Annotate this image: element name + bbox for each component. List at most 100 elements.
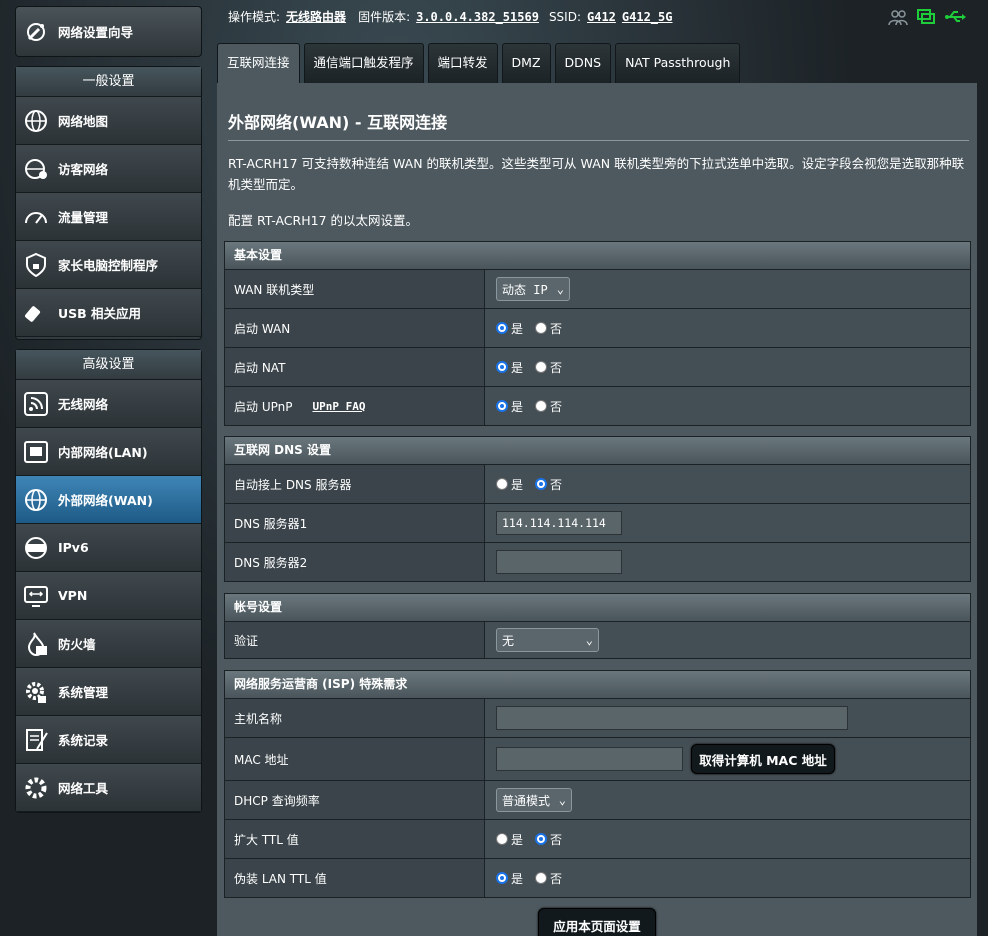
enable-upnp-no-radio[interactable]: 否 (535, 398, 562, 415)
radio-label: 是 (511, 871, 524, 886)
tab-ddns[interactable]: DDNS (554, 43, 612, 83)
enable-nat-label: 启动 NAT (225, 348, 485, 386)
sidebar-item-guest-network[interactable]: 访客网络 (16, 145, 201, 193)
sidebar-item-label: USB 相关应用 (58, 306, 142, 321)
spoof-ttl-no-radio[interactable]: 否 (535, 870, 562, 887)
mac-input[interactable] (496, 747, 683, 771)
vpn-monitor-icon (23, 583, 49, 609)
sidebar-item-label: 外部网络(WAN) (58, 493, 153, 508)
page-description: RT-ACRH17 可支持数种连结 WAN 的联机类型。这些类型可从 WAN 联… (228, 156, 965, 192)
tab-bar: 互联网连接 通信端口触发程序 端口转发 DMZ DDNS NAT Passthr… (217, 43, 741, 83)
sidebar-item-ipv6[interactable]: IPv6 (16, 524, 201, 572)
sidebar-item-parental-control[interactable]: 家长电脑控制程序 (16, 241, 201, 289)
enable-upnp-row: 启动 UPnP UPnP FAQ 是 否 (225, 386, 970, 425)
sidebar-item-label: 系统管理 (58, 685, 109, 700)
sidebar-item-vpn[interactable]: VPN (16, 572, 201, 620)
extend-ttl-no-radio[interactable]: 否 (535, 831, 562, 848)
operation-mode-link[interactable]: 无线路由器 (286, 8, 346, 25)
clients-icon[interactable] (888, 8, 908, 29)
sidebar-item-label: IPv6 (58, 540, 89, 555)
page-description-ethernet: 配置 RT-ACRH17 的以太网设置。 (228, 213, 418, 228)
wan-type-value: 动态 IP (502, 282, 548, 297)
wifi-icon (23, 391, 49, 417)
usb-status-icon[interactable] (944, 8, 966, 29)
sidebar-item-administration[interactable]: 系统管理 (16, 668, 201, 716)
dns2-row: DNS 服务器2 (225, 542, 970, 581)
dns2-input[interactable] (496, 550, 622, 574)
wizard-label: 网络设置向导 (58, 25, 134, 40)
tab-dmz[interactable]: DMZ (501, 43, 551, 83)
guest-globe-icon (23, 156, 49, 182)
network-wizard[interactable]: 网络设置向导 (15, 6, 202, 57)
main-panel: 外部网络(WAN) - 互联网连接 RT-ACRH17 可支持数种连结 WAN … (217, 83, 977, 936)
auto-dns-row: 自动接上 DNS 服务器 是 否 (225, 464, 970, 503)
sidebar-item-network-map[interactable]: 网络地图 (16, 97, 201, 145)
wizard-nav-item[interactable]: 网络设置向导 (16, 7, 201, 56)
tab-port-forwarding[interactable]: 端口转发 (427, 43, 498, 83)
gear-tools-icon (23, 775, 49, 801)
section-title: 网络服务运营商 (ISP) 特殊需求 (225, 671, 970, 698)
ssid-5g-link[interactable]: G412_5G (622, 10, 673, 24)
dns1-label: DNS 服务器1 (225, 504, 485, 542)
usb-icon (23, 300, 49, 326)
extend-ttl-yes-radio[interactable]: 是 (496, 831, 523, 848)
auth-select[interactable]: 无 ⌄ (496, 628, 599, 652)
clone-mac-button[interactable]: 取得计算机 MAC 地址 (691, 744, 835, 774)
radio-label: 否 (550, 477, 563, 492)
dns1-input[interactable]: 114.114.114.114 (496, 511, 622, 535)
sidebar-item-system-log[interactable]: 系统记录 (16, 716, 201, 764)
wan-type-select[interactable]: 动态 IP ⌄ (496, 277, 570, 301)
sidebar-item-network-tools[interactable]: 网络工具 (16, 764, 201, 812)
auth-row: 验证 无 ⌄ (225, 621, 970, 658)
firmware-label: 固件版本: (358, 10, 411, 24)
firewall-flame-icon (23, 631, 49, 657)
sidebar-item-label: 无线网络 (58, 397, 109, 412)
extend-ttl-row: 扩大 TTL 值 是 否 (225, 819, 970, 858)
sidebar-item-label: 网络地图 (58, 114, 109, 129)
apply-button[interactable]: 应用本页面设置 (538, 908, 656, 936)
extend-ttl-label: 扩大 TTL 值 (225, 820, 485, 858)
chevron-down-icon: ⌄ (558, 793, 566, 807)
radio-label: 否 (550, 360, 563, 375)
internet-status-icon[interactable] (916, 8, 936, 29)
auth-label: 验证 (225, 622, 485, 658)
enable-wan-yes-radio[interactable]: 是 (496, 320, 523, 337)
dns1-row: DNS 服务器1 114.114.114.114 (225, 503, 970, 542)
advanced-settings-group: 高级设置 无线网络 内部网络(LAN) 外部网络(WAN) IPv6 VPN 防… (15, 349, 202, 813)
enable-wan-no-radio[interactable]: 否 (535, 320, 562, 337)
basic-settings-section: 基本设置 WAN 联机类型 动态 IP ⌄ 启动 WAN 是 否 启动 NAT 是… (224, 241, 971, 426)
sidebar-item-lan[interactable]: 内部网络(LAN) (16, 428, 201, 476)
enable-nat-no-radio[interactable]: 否 (535, 359, 562, 376)
radio-label: 是 (511, 832, 524, 847)
tab-port-trigger[interactable]: 通信端口触发程序 (303, 43, 424, 83)
mac-row: MAC 地址 取得计算机 MAC 地址 (225, 737, 970, 780)
radio-label: 否 (550, 321, 563, 336)
tab-nat-passthrough[interactable]: NAT Passthrough (615, 43, 741, 83)
auto-dns-no-radio[interactable]: 否 (535, 476, 562, 493)
tab-internet-connection[interactable]: 互联网连接 (217, 43, 300, 83)
title-divider (228, 140, 969, 141)
hostname-input[interactable] (496, 706, 848, 730)
section-title: 基本设置 (225, 242, 970, 269)
auto-dns-yes-radio[interactable]: 是 (496, 476, 523, 493)
sidebar-item-wireless[interactable]: 无线网络 (16, 380, 201, 428)
enable-upnp-yes-radio[interactable]: 是 (496, 398, 523, 415)
sidebar-item-wan[interactable]: 外部网络(WAN) (16, 476, 201, 524)
auto-dns-label: 自动接上 DNS 服务器 (225, 465, 485, 503)
operation-mode-label: 操作模式: (228, 10, 281, 24)
ssid-2g-link[interactable]: G412 (587, 10, 616, 24)
isp-settings-section: 网络服务运营商 (ISP) 特殊需求 主机名称 MAC 地址 取得计算机 MAC… (224, 670, 971, 898)
upnp-faq-link[interactable]: UPnP FAQ (312, 400, 365, 413)
sidebar-item-traffic-manager[interactable]: 流量管理 (16, 193, 201, 241)
dhcp-query-select[interactable]: 普通模式 ⌄ (496, 788, 572, 812)
spoof-ttl-yes-radio[interactable]: 是 (496, 870, 523, 887)
enable-nat-yes-radio[interactable]: 是 (496, 359, 523, 376)
dhcp-query-label: DHCP 查询频率 (225, 781, 485, 819)
log-document-icon (23, 727, 49, 753)
mac-label: MAC 地址 (225, 738, 485, 780)
general-settings-group: 一般设置 网络地图 访客网络 流量管理 家长电脑控制程序 USB 相关应用 (15, 66, 202, 340)
sidebar-item-firewall[interactable]: 防火墙 (16, 620, 201, 668)
sidebar-item-usb-apps[interactable]: USB 相关应用 (16, 289, 201, 337)
sidebar-item-label: VPN (58, 588, 88, 603)
firmware-version-link[interactable]: 3.0.0.4.382_51569 (416, 10, 539, 24)
